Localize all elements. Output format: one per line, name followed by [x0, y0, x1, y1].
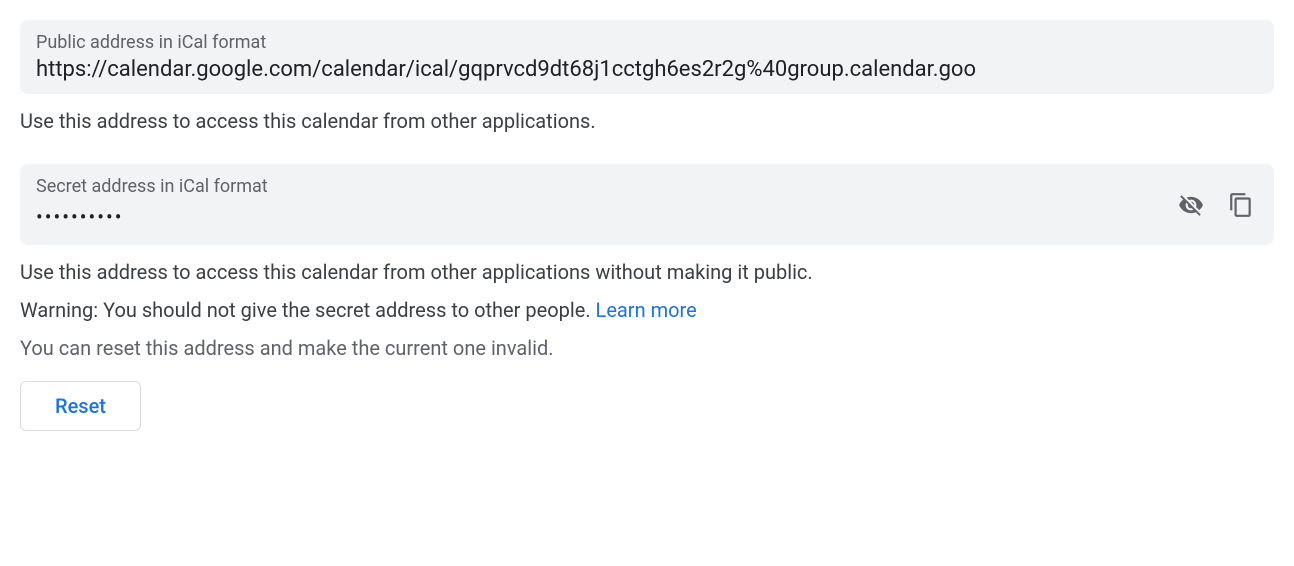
secret-ical-helper: Use this address to access this calendar… — [20, 257, 1274, 287]
visibility-off-icon[interactable] — [1174, 188, 1208, 222]
reset-helper-text: You can reset this address and make the … — [20, 333, 1274, 363]
public-ical-value[interactable]: https://calendar.google.com/calendar/ica… — [36, 57, 1258, 82]
secret-ical-field: Secret address in iCal format •••••••••• — [20, 164, 1274, 245]
copy-icon[interactable] — [1224, 188, 1258, 222]
secret-ical-value[interactable]: •••••••••• — [36, 201, 1162, 233]
learn-more-link[interactable]: Learn more — [596, 298, 697, 322]
public-ical-label: Public address in iCal format — [36, 32, 1258, 53]
secret-warning-text: Warning: You should not give the secret … — [20, 295, 1274, 325]
public-ical-field: Public address in iCal format https://ca… — [20, 20, 1274, 94]
reset-button[interactable]: Reset — [20, 381, 141, 431]
public-ical-helper: Use this address to access this calendar… — [20, 106, 1274, 136]
secret-ical-label: Secret address in iCal format — [36, 176, 1162, 197]
secret-icon-group — [1162, 188, 1258, 222]
secret-warning-prefix: Warning: You should not give the secret … — [20, 298, 596, 322]
